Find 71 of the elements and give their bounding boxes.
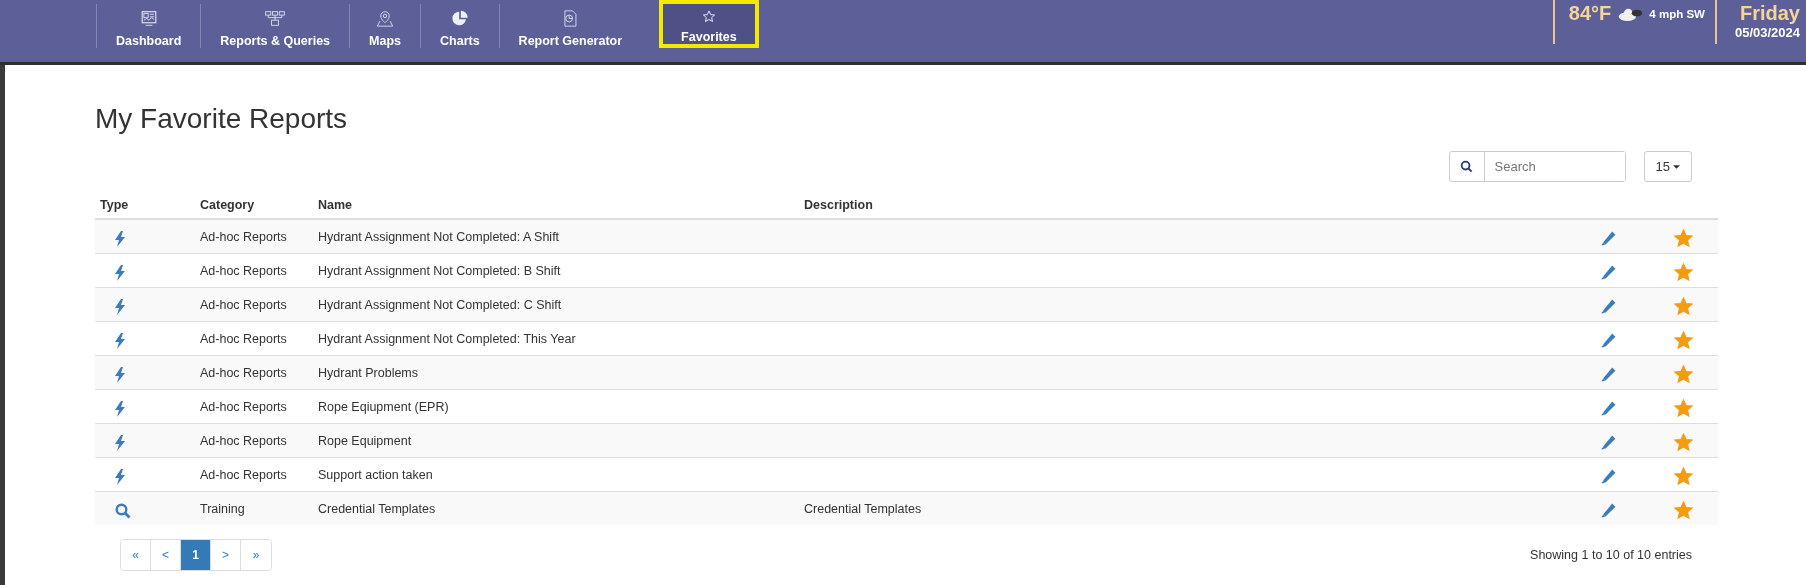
table-cell: Ad-hoc Reports xyxy=(200,331,287,346)
star-icon[interactable] xyxy=(1673,467,1693,486)
star-icon[interactable] xyxy=(1673,399,1693,418)
table-cell: Ad-hoc Reports xyxy=(200,467,287,482)
wind-speed: 4 mph SW xyxy=(1649,8,1705,20)
table-cell: Rope Eqiupment (EPR) xyxy=(318,399,449,414)
lightning-icon xyxy=(115,400,125,417)
page-button[interactable]: 1 xyxy=(181,540,211,570)
pencil-icon[interactable] xyxy=(1599,332,1617,349)
caret-icon xyxy=(1673,164,1680,169)
table-cell: Hydrant Assignment Not Completed: C Shift xyxy=(318,297,562,312)
star-icon[interactable] xyxy=(1673,501,1693,520)
search-icon xyxy=(1460,160,1474,173)
table-cell: Ad-hoc Reports xyxy=(200,365,287,380)
pencil-icon[interactable] xyxy=(1599,502,1617,519)
pencil-icon[interactable] xyxy=(1599,468,1617,485)
lightning-icon xyxy=(115,298,125,315)
table-cell: Training xyxy=(200,501,245,516)
star-icon[interactable] xyxy=(1673,433,1693,452)
table-cell: Ad-hoc Reports xyxy=(200,229,287,244)
lightning-icon xyxy=(115,264,125,281)
page-size-dropdown[interactable]: 15 xyxy=(1643,151,1692,182)
table-cell: Ad-hoc Reports xyxy=(200,399,287,414)
lightning-icon xyxy=(115,468,125,485)
pencil-icon[interactable] xyxy=(1599,366,1617,383)
column-header: Category xyxy=(200,198,255,212)
entries-summary: Showing 1 to 10 of 10 entries xyxy=(1530,548,1692,562)
pencil-icon[interactable] xyxy=(1599,400,1617,417)
search-icon xyxy=(115,502,131,519)
lightning-icon xyxy=(115,434,125,451)
network-icon xyxy=(263,10,288,27)
date-label: 05/03/2024 xyxy=(1734,25,1800,40)
star-icon[interactable] xyxy=(1673,229,1693,248)
table-cell: Ad-hoc Reports xyxy=(200,433,287,448)
table-cell: Hydrant Assignment Not Completed: B Shift xyxy=(318,263,561,278)
table-cell: Ad-hoc Reports xyxy=(200,297,287,312)
table-cell: Rope Equipment xyxy=(318,433,412,448)
cloud-icon xyxy=(1617,7,1644,21)
pencil-icon[interactable] xyxy=(1599,298,1617,315)
pencil-icon[interactable] xyxy=(1599,434,1617,451)
star-icon[interactable] xyxy=(1673,263,1693,282)
lightning-icon xyxy=(115,332,125,349)
nav-tab[interactable]: Reports & Queries xyxy=(201,4,351,48)
day-label: Friday xyxy=(1739,2,1800,25)
temperature: 84°F xyxy=(1568,2,1612,25)
pie-chart-icon xyxy=(449,10,470,27)
star-icon[interactable] xyxy=(1673,331,1693,350)
table-cell: Ad-hoc Reports xyxy=(200,263,287,278)
table-cell: Credential Templates xyxy=(318,501,436,516)
nav-tab[interactable]: Dashboard xyxy=(96,4,202,48)
table-cell: Hydrant Assignment Not Completed: This Year xyxy=(318,331,576,346)
column-header: Description xyxy=(804,198,873,212)
search-field[interactable]: Search xyxy=(1448,151,1626,182)
lightning-icon xyxy=(115,366,125,383)
nav-tab[interactable]: Report Generator xyxy=(499,4,642,48)
star-icon[interactable] xyxy=(1673,297,1693,316)
nav-tab[interactable]: Maps xyxy=(350,4,421,48)
page-button[interactable]: « xyxy=(121,540,151,570)
lightning-icon xyxy=(115,230,125,247)
nav-tab[interactable]: Favorites xyxy=(659,0,759,48)
nav-tab[interactable]: Charts xyxy=(421,4,500,48)
table-cell: Support action taken xyxy=(318,467,433,482)
star-icon[interactable] xyxy=(1673,365,1693,384)
pencil-icon[interactable] xyxy=(1599,230,1617,247)
page-title: My Favorite Reports xyxy=(95,103,349,135)
table-cell: Hydrant Assignment Not Completed: A Shift xyxy=(318,229,560,244)
column-header: Name xyxy=(318,198,353,212)
pencil-icon[interactable] xyxy=(1599,264,1617,281)
table-cell: Credential Templates xyxy=(804,501,922,516)
table-cell: Hydrant Problems xyxy=(318,365,419,380)
column-header: Type xyxy=(100,198,129,212)
